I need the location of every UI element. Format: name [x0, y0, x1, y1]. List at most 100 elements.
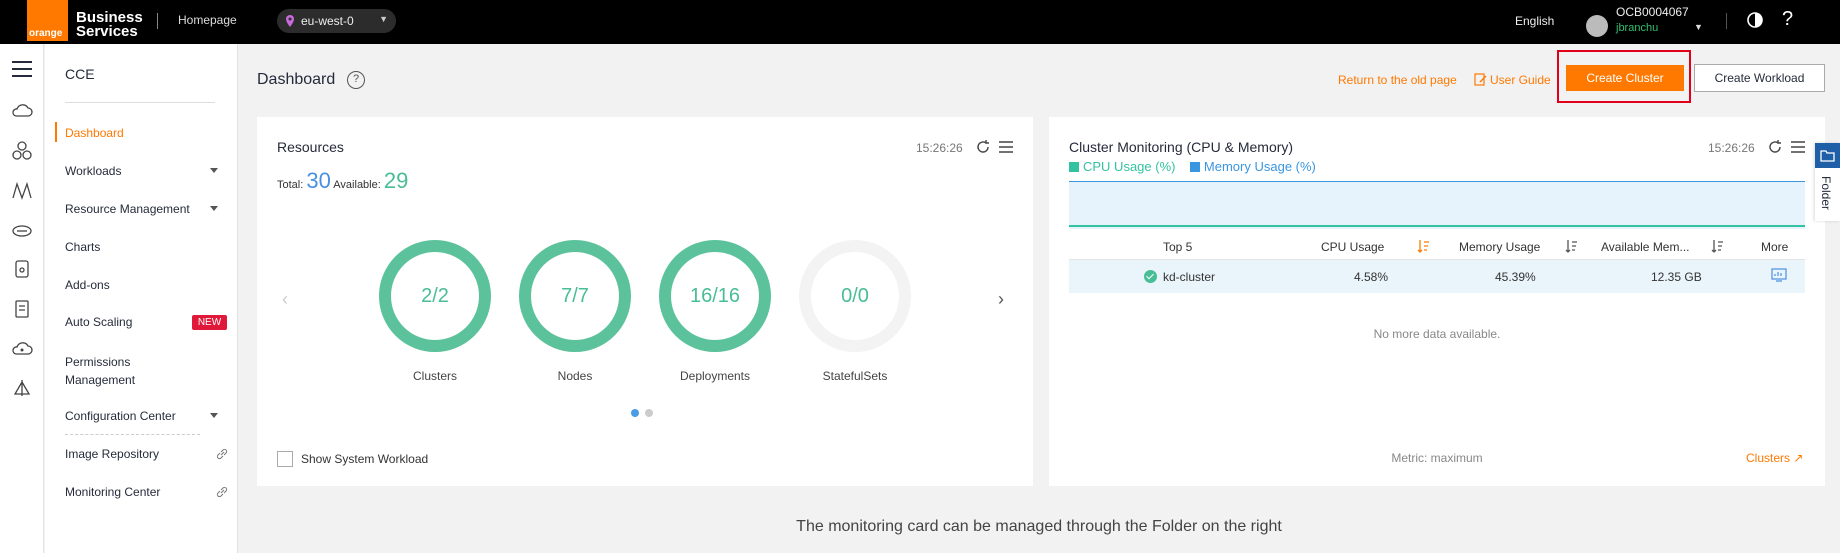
brand-name: Business Services	[76, 10, 143, 40]
sidebar-item-dashboard[interactable]: Dashboard	[65, 126, 225, 140]
ring-value: 16/16	[689, 285, 741, 307]
external-link-icon	[216, 448, 228, 460]
active-indicator	[55, 122, 57, 142]
edit-guide-icon	[1474, 73, 1487, 86]
sidebar-item-workloads[interactable]: Workloads	[65, 164, 225, 178]
table-header: Top 5 CPU Usage Memory Usage Available M…	[1069, 234, 1805, 260]
ring-value: 2/2	[421, 285, 449, 307]
previous-arrow-icon[interactable]: ‹	[282, 289, 288, 310]
language-selector[interactable]: English	[1515, 14, 1554, 28]
table-row[interactable]: kd-cluster 4.58% 45.39% 12.35 GB	[1069, 260, 1805, 293]
usage-chart	[1069, 181, 1805, 229]
card-title: Resources	[277, 139, 344, 155]
chart-legend: CPU Usage (%) Memory Usage (%)	[1069, 159, 1316, 174]
cluster-name-link[interactable]: kd-cluster	[1163, 270, 1215, 284]
sidebar-item-label: Resource Management	[65, 202, 190, 216]
region-selector[interactable]: eu-west-0 ▼	[277, 9, 396, 33]
sidebar-item-configuration-center[interactable]: Configuration Center	[65, 409, 225, 423]
clusters-ring[interactable]: 2/2	[379, 240, 491, 352]
sail-icon[interactable]	[11, 378, 33, 400]
ring-label: Deployments	[679, 369, 751, 383]
list-menu-icon[interactable]	[1790, 139, 1806, 155]
sidebar-item-permissions-management[interactable]: Permissions Management	[65, 353, 185, 389]
column-memory-usage: Memory Usage	[1459, 240, 1541, 254]
statefulsets-ring[interactable]: 0/0	[799, 240, 911, 352]
sidebar-item-charts[interactable]: Charts	[65, 240, 225, 254]
brand-line-2: Services	[76, 23, 138, 40]
logo-text: orange	[29, 28, 63, 39]
sidebar-item-label: Configuration Center	[65, 409, 176, 423]
user-name[interactable]: jbranchu	[1616, 22, 1658, 34]
column-more: More	[1761, 240, 1789, 254]
top-divider	[1726, 13, 1727, 29]
new-badge: NEW	[192, 315, 227, 330]
monitor-chart-icon[interactable]	[1771, 267, 1787, 283]
sidebar-item-resource-management[interactable]: Resource Management	[65, 202, 225, 216]
no-more-data: No more data available.	[1373, 327, 1501, 341]
sort-desc-icon[interactable]	[1417, 239, 1429, 253]
document-icon[interactable]	[11, 298, 33, 320]
memory-swatch	[1189, 162, 1200, 172]
cluster-monitoring-card: Cluster Monitoring (CPU & Memory) 15:26:…	[1049, 117, 1825, 486]
avatar[interactable]	[1586, 15, 1608, 37]
card-title: Cluster Monitoring (CPU & Memory)	[1069, 139, 1294, 155]
update-time: 15:26:26	[916, 141, 963, 155]
next-arrow-icon[interactable]: ›	[998, 289, 1004, 310]
available-value: 29	[383, 168, 409, 193]
help-icon[interactable]: ?	[1782, 8, 1793, 31]
sidebar-item-add-ons[interactable]: Add-ons	[65, 278, 225, 292]
homepage-link[interactable]: Homepage	[178, 13, 237, 27]
service-title: CCE	[65, 66, 95, 82]
refresh-icon[interactable]	[1767, 139, 1783, 155]
sidebar-item-label: Workloads	[65, 164, 122, 178]
ring-value: 0/0	[841, 285, 869, 307]
list-menu-icon[interactable]	[998, 139, 1014, 155]
sidebar-item-image-repository[interactable]: Image Repository	[65, 447, 225, 461]
theme-toggle-icon[interactable]	[1746, 11, 1764, 29]
show-system-workload-checkbox[interactable]	[277, 451, 293, 467]
legend-memory[interactable]: Memory Usage (%)	[1204, 159, 1316, 174]
refresh-icon[interactable]	[975, 139, 991, 155]
ring-label: Nodes	[557, 369, 593, 383]
create-workload-button[interactable]: Create Workload	[1694, 64, 1825, 92]
cluster-nodes-icon[interactable]	[11, 140, 33, 162]
database-icon[interactable]	[11, 258, 33, 280]
folder-tab[interactable]: Folder	[1815, 143, 1840, 221]
caret-down-icon	[210, 206, 218, 211]
carousel-dot-active[interactable]	[631, 409, 639, 417]
folder-glyph-icon	[1820, 150, 1835, 162]
clusters-link[interactable]: Clusters ↗	[1746, 451, 1803, 465]
total-value: 30	[306, 168, 331, 193]
account-id[interactable]: OCB0004067	[1616, 5, 1689, 19]
cloud-service-icon[interactable]	[11, 338, 33, 360]
cpu-value: 4.58%	[1354, 270, 1389, 284]
title-divider	[65, 102, 215, 103]
deployments-ring[interactable]: 16/16	[659, 240, 771, 352]
sort-icon[interactable]	[1711, 239, 1723, 253]
brand-divider	[157, 13, 158, 29]
folder-icon	[1815, 143, 1840, 168]
chevron-down-icon[interactable]: ▼	[1694, 22, 1703, 32]
return-old-page-link[interactable]: Return to the old page	[1338, 73, 1457, 87]
chevron-down-icon: ▼	[379, 14, 388, 24]
user-guide-link[interactable]: User Guide	[1490, 73, 1551, 87]
caret-down-icon	[210, 413, 218, 418]
orange-logo[interactable]: orange	[27, 0, 68, 41]
location-pin-icon	[286, 15, 294, 27]
help-circle-icon[interactable]: ?	[347, 71, 365, 89]
resource-totals: Total: 30 Available: 29	[277, 168, 408, 194]
top-bar: orange Business Services Homepage eu-wes…	[0, 0, 1840, 44]
create-cluster-button[interactable]: Create Cluster	[1566, 65, 1684, 91]
carousel-dot[interactable]	[645, 409, 653, 417]
sort-icon[interactable]	[1565, 239, 1577, 253]
nodes-ring[interactable]: 7/7	[519, 240, 631, 352]
hamburger-menu-icon[interactable]	[11, 58, 33, 80]
sidebar-item-monitoring-center[interactable]: Monitoring Center	[65, 485, 225, 499]
legend-cpu[interactable]: CPU Usage (%)	[1083, 159, 1175, 174]
network-icon[interactable]	[11, 180, 33, 202]
side-menu: CCE Dashboard Workloads Resource Managem…	[45, 44, 238, 553]
page-title: Dashboard	[257, 71, 336, 88]
cloud-icon[interactable]	[11, 100, 33, 122]
storage-icon[interactable]	[11, 220, 33, 242]
cpu-swatch	[1069, 162, 1079, 172]
